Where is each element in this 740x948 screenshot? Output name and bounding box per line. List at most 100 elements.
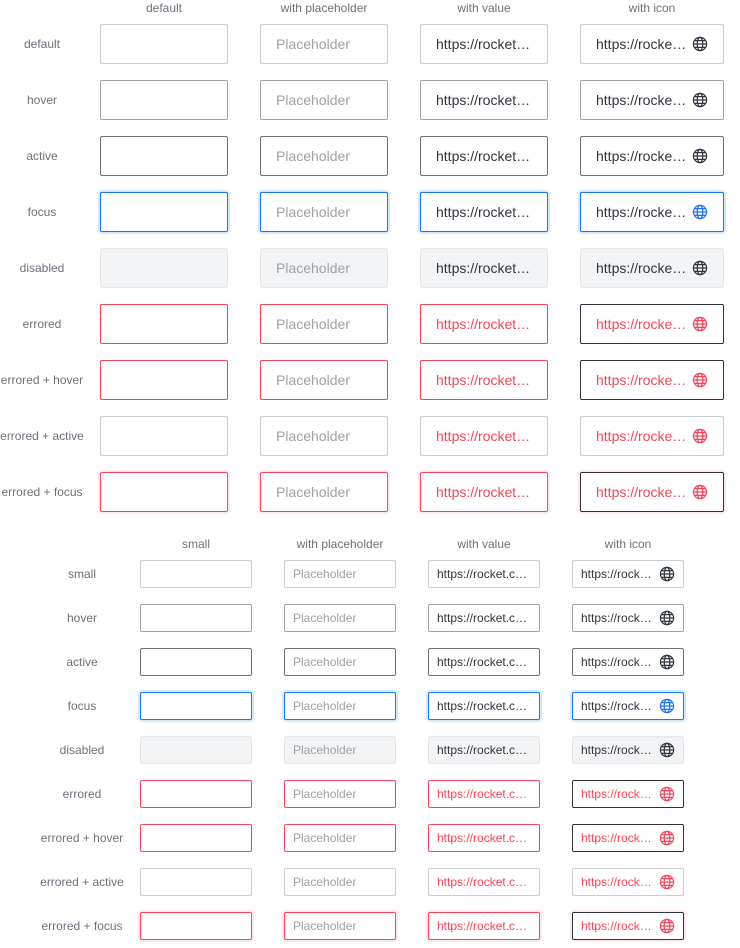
placeholder-text: Placeholder [276,92,350,108]
large-errored-focus-empty-input[interactable] [100,472,228,512]
input-value: https://rocket.chat [596,484,688,500]
small-disabled-value-input: https://rocket.chat [428,736,540,764]
large-errored-active-empty-input[interactable] [100,416,228,456]
large-active-empty-input[interactable] [100,136,228,176]
large-errored-focus-icon-input[interactable]: https://rocket.chat [580,472,724,512]
small-active-placeholder-input[interactable]: Placeholder [284,648,396,676]
small-active-empty-input[interactable] [140,648,252,676]
placeholder-text: Placeholder [293,919,357,933]
column-header-large-2: with value [457,1,511,15]
large-hover-placeholder-input[interactable]: Placeholder [260,80,388,120]
large-hover-icon-input[interactable]: https://rocket.chat [580,80,724,120]
large-focus-value-input[interactable]: https://rocket.chat [420,192,548,232]
input-value: https://rocket.chat [581,655,655,669]
small-errored-hover-value-input[interactable]: https://rocket.chat [428,824,540,852]
row-label-small-0: small [67,567,97,581]
small-errored-placeholder-input[interactable]: Placeholder [284,780,396,808]
placeholder-text: Placeholder [293,831,357,845]
small-errored-focus-value-input[interactable]: https://rocket.chat [428,912,540,940]
large-focus-placeholder-input[interactable]: Placeholder [260,192,388,232]
large-errored-active-icon-input[interactable]: https://rocket.chat [580,416,724,456]
small-hover-placeholder-input[interactable]: Placeholder [284,604,396,632]
large-errored-empty-input[interactable] [100,304,228,344]
row-label-large-5: errored [22,317,62,331]
large-active-placeholder-input[interactable]: Placeholder [260,136,388,176]
globe-icon [692,316,708,332]
large-errored-placeholder-input[interactable]: Placeholder [260,304,388,344]
large-active-value-input[interactable]: https://rocket.chat [420,136,548,176]
column-header-large-0: default [145,1,183,15]
small-errored-active-empty-input[interactable] [140,868,252,896]
input-value: https://rocket.chat [581,919,655,933]
globe-icon [659,698,675,714]
small-default-value-input[interactable]: https://rocket.chat [428,560,540,588]
placeholder-text: Placeholder [293,875,357,889]
small-errored-focus-icon-input[interactable]: https://rocket.chat [572,912,684,940]
large-errored-focus-value-input[interactable]: https://rocket.chat [420,472,548,512]
large-errored-hover-icon-input[interactable]: https://rocket.chat [580,360,724,400]
small-default-icon-input[interactable]: https://rocket.chat [572,560,684,588]
placeholder-text: Placeholder [276,316,350,332]
globe-icon [692,260,708,276]
globe-icon [692,372,708,388]
small-disabled-icon-input: https://rocket.chat [572,736,684,764]
large-active-icon-input[interactable]: https://rocket.chat [580,136,724,176]
placeholder-text: Placeholder [276,428,350,444]
small-errored-hover-empty-input[interactable] [140,824,252,852]
input-value: https://rocket.chat [436,92,532,108]
globe-icon [692,428,708,444]
small-focus-value-input[interactable]: https://rocket.chat [428,692,540,720]
input-value: https://rocket.chat [437,611,531,625]
small-errored-hover-icon-input[interactable]: https://rocket.chat [572,824,684,852]
small-errored-empty-input[interactable] [140,780,252,808]
small-errored-focus-empty-input[interactable] [140,912,252,940]
row-label-small-1: hover [66,611,98,625]
large-default-value-input[interactable]: https://rocket.chat [420,24,548,64]
input-value: https://rocket.chat [436,316,532,332]
placeholder-text: Placeholder [293,743,357,757]
small-focus-empty-input[interactable] [140,692,252,720]
input-value: https://rocket.chat [596,372,688,388]
large-errored-value-input[interactable]: https://rocket.chat [420,304,548,344]
input-value: https://rocket.chat [596,36,688,52]
small-errored-active-value-input[interactable]: https://rocket.chat [428,868,540,896]
input-value: https://rocket.chat [581,787,655,801]
large-hover-value-input[interactable]: https://rocket.chat [420,80,548,120]
large-hover-empty-input[interactable] [100,80,228,120]
large-errored-hover-placeholder-input[interactable]: Placeholder [260,360,388,400]
small-errored-focus-placeholder-input[interactable]: Placeholder [284,912,396,940]
large-errored-hover-empty-input[interactable] [100,360,228,400]
large-disabled-value-input: https://rocket.chat [420,248,548,288]
globe-icon [659,874,675,890]
small-hover-empty-input[interactable] [140,604,252,632]
small-default-empty-input[interactable] [140,560,252,588]
row-label-large-1: hover [26,93,58,107]
small-active-value-input[interactable]: https://rocket.chat [428,648,540,676]
large-focus-empty-input[interactable] [100,192,228,232]
large-focus-icon-input[interactable]: https://rocket.chat [580,192,724,232]
small-active-icon-input[interactable]: https://rocket.chat [572,648,684,676]
small-default-placeholder-input[interactable]: Placeholder [284,560,396,588]
globe-icon [692,148,708,164]
small-hover-value-input[interactable]: https://rocket.chat [428,604,540,632]
large-errored-active-placeholder-input[interactable]: Placeholder [260,416,388,456]
small-focus-icon-input[interactable]: https://rocket.chat [572,692,684,720]
large-default-icon-input[interactable]: https://rocket.chat [580,24,724,64]
large-default-empty-input[interactable] [100,24,228,64]
large-default-placeholder-input[interactable]: Placeholder [260,24,388,64]
placeholder-text: Placeholder [276,36,350,52]
large-errored-focus-placeholder-input[interactable]: Placeholder [260,472,388,512]
small-errored-active-icon-input[interactable]: https://rocket.chat [572,868,684,896]
large-errored-active-value-input[interactable]: https://rocket.chat [420,416,548,456]
small-focus-placeholder-input[interactable]: Placeholder [284,692,396,720]
small-disabled-empty-input [140,736,252,764]
small-errored-icon-input[interactable]: https://rocket.chat [572,780,684,808]
small-errored-value-input[interactable]: https://rocket.chat [428,780,540,808]
small-errored-active-placeholder-input[interactable]: Placeholder [284,868,396,896]
large-errored-icon-input[interactable]: https://rocket.chat [580,304,724,344]
column-header-small-0: small [181,537,211,551]
row-label-large-3: focus [27,205,57,219]
large-errored-hover-value-input[interactable]: https://rocket.chat [420,360,548,400]
small-errored-hover-placeholder-input[interactable]: Placeholder [284,824,396,852]
small-hover-icon-input[interactable]: https://rocket.chat [572,604,684,632]
